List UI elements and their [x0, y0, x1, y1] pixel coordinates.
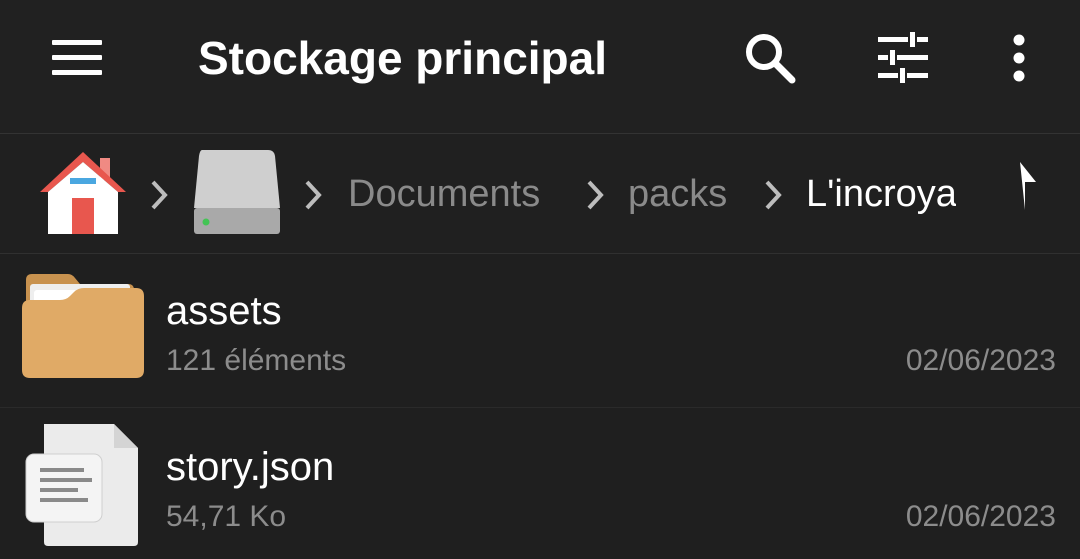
breadcrumb-item-documents[interactable]: Documents: [348, 170, 540, 218]
drive-icon[interactable]: [190, 146, 284, 238]
folder-icon: [20, 270, 146, 400]
arrow-up-icon[interactable]: [984, 160, 1040, 226]
more-vertical-icon[interactable]: [998, 28, 1040, 88]
chevron-right-icon: [302, 178, 324, 212]
search-icon[interactable]: [740, 28, 800, 88]
breadcrumb-item-current[interactable]: L'incroya: [806, 170, 956, 218]
file-date: 02/06/2023: [905, 500, 1056, 533]
file-meta: 121 éléments: [166, 344, 347, 377]
menu-icon[interactable]: [46, 34, 108, 84]
file-meta: 54,71 Ko: [166, 500, 287, 533]
chevron-right-icon: [584, 178, 606, 212]
sliders-icon[interactable]: [872, 28, 934, 88]
breadcrumb-item-packs[interactable]: packs: [628, 170, 727, 218]
list-item[interactable]: story.json 54,71 Ko 02/06/2023: [0, 408, 1080, 559]
toolbar: Stockage principal: [0, 0, 1080, 134]
file-manager-app: Stockage principal Documents packs L'inc…: [0, 0, 1080, 559]
home-icon[interactable]: [38, 150, 128, 236]
file-date: 02/06/2023: [905, 344, 1056, 377]
list-item[interactable]: assets 121 éléments 02/06/2023: [0, 254, 1080, 408]
page-title: Stockage principal: [198, 32, 608, 84]
file-name: story.json: [166, 445, 335, 489]
breadcrumb: Documents packs L'incroya: [0, 134, 1080, 254]
document-icon: [20, 420, 146, 550]
file-name: assets: [166, 289, 282, 333]
chevron-right-icon: [762, 178, 784, 212]
file-list: assets 121 éléments 02/06/2023 story.jso…: [0, 254, 1080, 559]
chevron-right-icon: [148, 178, 170, 212]
